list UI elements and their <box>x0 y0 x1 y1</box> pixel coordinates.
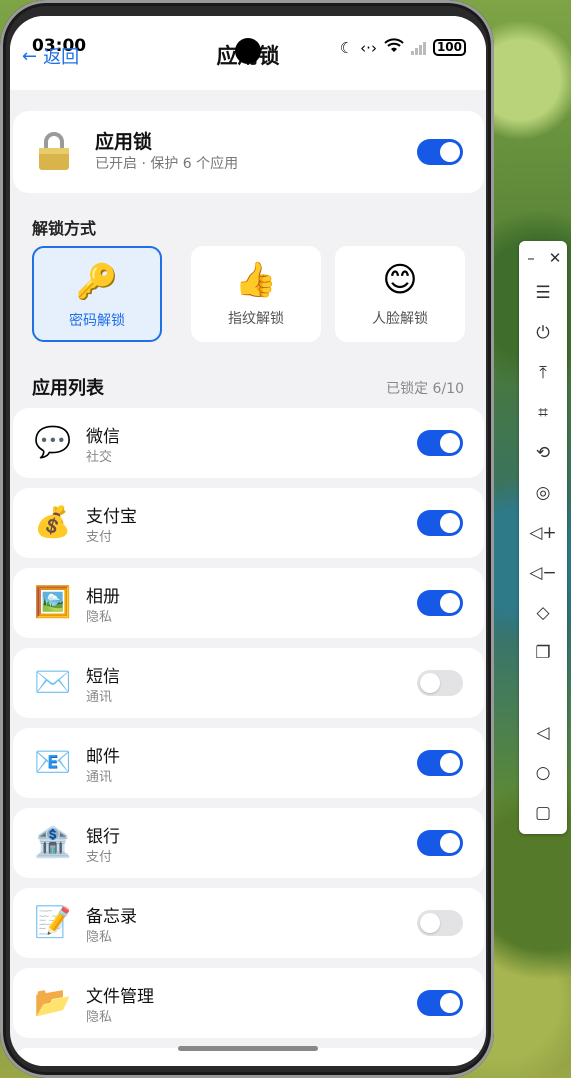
app-name: 支付宝 <box>86 507 137 527</box>
app-category: 隐私 <box>86 1010 113 1025</box>
app-lock-toggle-wechat[interactable] <box>417 430 463 456</box>
app-category: 社交 <box>86 450 113 465</box>
app-category: 通讯 <box>86 770 113 785</box>
app-lock-toggle-mail[interactable] <box>417 750 463 776</box>
volume-up-icon[interactable]: ◁+ <box>519 518 567 548</box>
app-name: 文件管理 <box>86 987 154 1007</box>
memo-icon: 📝 <box>34 905 72 940</box>
close-icon[interactable]: ✕ <box>543 246 567 270</box>
app-name: 微信 <box>86 427 120 447</box>
back-nav-icon[interactable]: ◁ <box>519 718 567 748</box>
app-lock-toggle-album[interactable] <box>417 590 463 616</box>
app-list-heading: 应用列表 <box>32 378 104 399</box>
front-camera <box>235 38 261 64</box>
method-fingerprint-label: 指纹解锁 <box>228 311 284 327</box>
unlock-method-heading: 解锁方式 <box>32 219 97 238</box>
app-lock-toggle-files[interactable] <box>417 990 463 1016</box>
app-name: 相册 <box>86 587 120 607</box>
list-item: 💰 支付宝 支付 <box>13 488 484 558</box>
list-item: 💬 微信 社交 <box>13 408 484 478</box>
app-category: 隐私 <box>86 610 113 625</box>
app-name: 邮件 <box>86 747 120 767</box>
folder-icon: 📂 <box>34 985 72 1020</box>
envelope-icon: ✉️ <box>34 665 72 700</box>
signal-icon <box>410 41 426 55</box>
app-lock-toggle-memo[interactable] <box>417 910 463 936</box>
recents-nav-icon[interactable]: ▢ <box>519 798 567 828</box>
home-indicator[interactable] <box>178 1046 318 1051</box>
pin-top-icon[interactable]: ⤒ <box>519 358 567 388</box>
list-item: ✉️ 短信 通讯 <box>13 648 484 718</box>
app-category: 隐私 <box>86 930 113 945</box>
list-item: 📂 文件管理 隐私 <box>13 968 484 1038</box>
volume-down-icon[interactable]: ◁− <box>519 558 567 588</box>
method-password-label: 密码解锁 <box>69 313 125 329</box>
minimize-icon[interactable]: – <box>519 246 543 270</box>
emulator-side-panel: – ✕ ☰ ⏻ ⤒ ⌗ ⟲ ◎ ◁+ ◁− ◇ ❐ ◁ ○ ▢ <box>519 241 567 834</box>
list-item: 🏦 银行 支付 <box>13 808 484 878</box>
shake-icon[interactable]: ◇ <box>519 598 567 628</box>
home-nav-icon[interactable]: ○ <box>519 758 567 788</box>
app-category: 支付 <box>86 530 113 545</box>
thumbs-up-icon: 👍 <box>234 260 278 300</box>
menu-icon[interactable]: ☰ <box>519 278 567 308</box>
moon-icon: ☾ <box>339 38 354 57</box>
battery-icon: 100 <box>432 39 466 56</box>
list-item: 📧 邮件 通讯 <box>13 728 484 798</box>
chat-icon: 💬 <box>34 425 72 460</box>
top-bar: 03:00 ← 返回 应用锁 ☾ ‹·› 100 <box>10 16 486 90</box>
status-icons: ☾ ‹·› 100 <box>340 38 466 57</box>
app-lock-card: 应用锁 已开启 · 保护 6 个应用 <box>13 111 484 193</box>
app-lock-toggle-bank[interactable] <box>417 830 463 856</box>
app-lock-toggle-alipay[interactable] <box>417 510 463 536</box>
method-face[interactable]: 😊 人脸解锁 <box>335 246 465 342</box>
smile-icon: 😊 <box>382 260 418 300</box>
app-name: 备忘录 <box>86 907 137 927</box>
app-category: 通讯 <box>86 690 113 705</box>
method-fingerprint[interactable]: 👍 指纹解锁 <box>191 246 321 342</box>
app-lock-toggle[interactable] <box>417 139 463 165</box>
method-password[interactable]: 🔑 密码解锁 <box>32 246 162 342</box>
method-face-label: 人脸解锁 <box>372 311 428 327</box>
wifi-icon <box>384 38 404 57</box>
app-category: 支付 <box>86 850 113 865</box>
picture-icon: 🖼️ <box>34 585 72 620</box>
app-name: 银行 <box>86 827 120 847</box>
rotate-icon[interactable]: ⟲ <box>519 438 567 468</box>
screenshot-icon[interactable]: ◎ <box>519 478 567 508</box>
app-name: 短信 <box>86 667 120 687</box>
multi-device-icon[interactable]: ❐ <box>519 638 567 668</box>
app-lock-title: 应用锁 <box>95 131 153 153</box>
list-item: 📝 备忘录 隐私 <box>13 888 484 958</box>
data-transfer-icon: ‹·› <box>360 38 377 57</box>
power-icon[interactable]: ⏻ <box>519 318 567 348</box>
locked-count: 已锁定 6/10 <box>386 381 464 397</box>
list-item: 🖼️ 相册 隐私 <box>13 568 484 638</box>
email-icon: 📧 <box>34 745 72 780</box>
phone-frame: 03:00 ← 返回 应用锁 ☾ ‹·› 100 <box>0 0 494 1078</box>
app-lock-subtitle: 已开启 · 保护 6 个应用 <box>95 156 239 172</box>
bank-icon: 🏦 <box>34 825 72 860</box>
money-bag-icon: 💰 <box>34 505 72 540</box>
key-icon: 🔑 <box>75 262 119 302</box>
crop-icon[interactable]: ⌗ <box>519 398 567 428</box>
app-lock-toggle-sms[interactable] <box>417 670 463 696</box>
phone-screen: 03:00 ← 返回 应用锁 ☾ ‹·› 100 <box>10 16 486 1066</box>
lock-icon <box>39 132 69 170</box>
